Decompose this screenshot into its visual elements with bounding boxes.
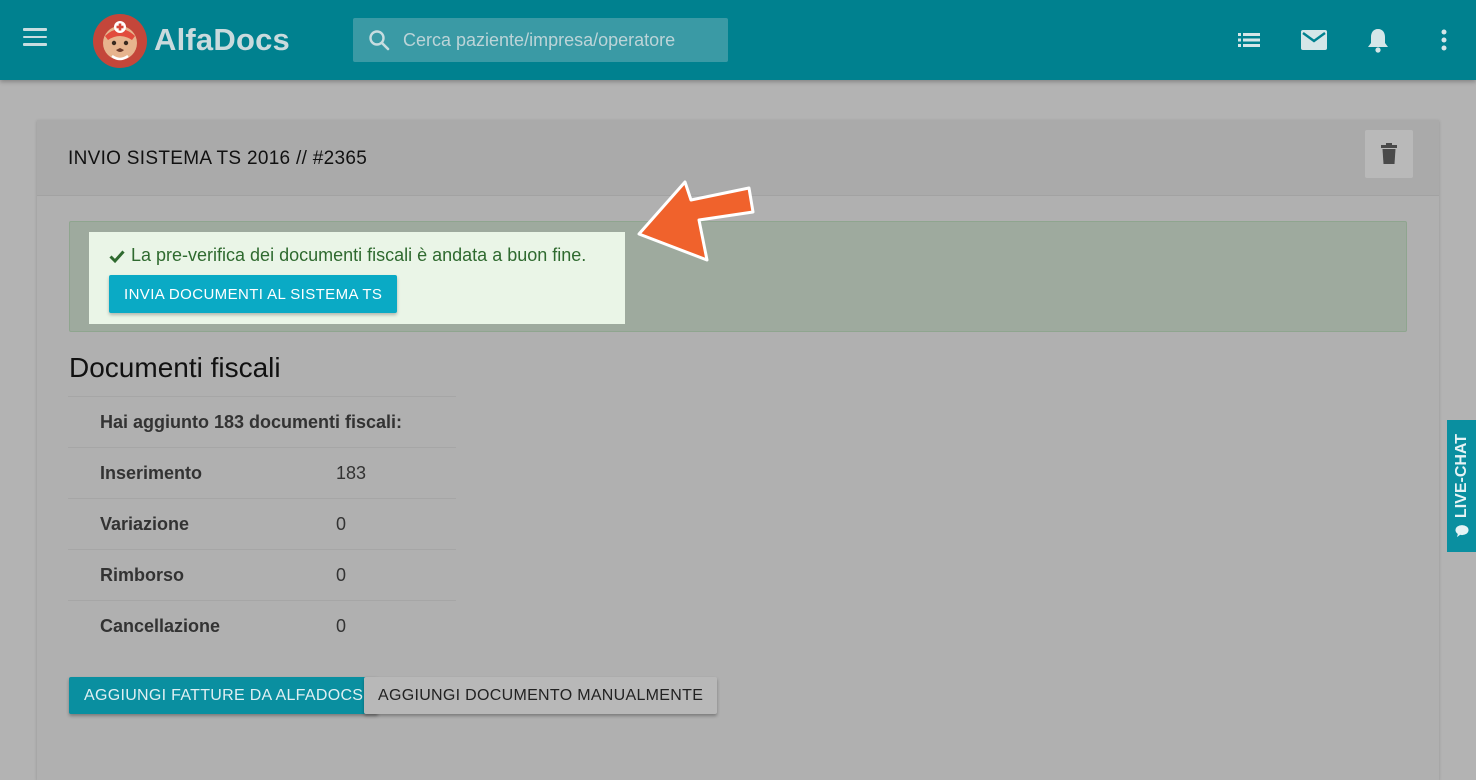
list-icon[interactable] bbox=[1235, 26, 1263, 54]
row-value: 0 bbox=[336, 513, 347, 534]
live-chat-label: LIVE-CHAT bbox=[1452, 433, 1470, 519]
ts-submission-card: INVIO SISTEMA TS 2016 // #2365 La pre-ve… bbox=[37, 120, 1439, 780]
table-row: Variazione 0 bbox=[68, 498, 456, 549]
row-label: Cancellazione bbox=[100, 615, 221, 636]
card-title: INVIO SISTEMA TS 2016 // #2365 bbox=[68, 148, 368, 169]
table-row: Cancellazione 0 bbox=[68, 600, 456, 651]
add-invoices-button[interactable]: AGGIUNGI FATTURE DA ALFADOCS bbox=[69, 677, 379, 714]
table-row: Rimborso 0 bbox=[68, 549, 456, 600]
section-title: Documenti fiscali bbox=[69, 352, 281, 383]
live-chat-content: LIVE-CHAT bbox=[1453, 434, 1471, 538]
search-icon bbox=[369, 30, 390, 51]
row-label: Variazione bbox=[100, 513, 190, 534]
row-label: Inserimento bbox=[100, 462, 203, 483]
delete-button[interactable] bbox=[1365, 130, 1413, 178]
trash-icon bbox=[1381, 143, 1397, 164]
more-vert-icon[interactable] bbox=[1430, 26, 1458, 54]
search-input[interactable] bbox=[401, 28, 725, 52]
check-icon bbox=[109, 249, 125, 263]
brand-logo[interactable]: AlfaDocs bbox=[90, 10, 290, 70]
live-chat-tab[interactable]: LIVE-CHAT bbox=[1447, 420, 1476, 552]
hamburger-menu-icon[interactable] bbox=[23, 28, 47, 46]
lion-logo-icon bbox=[93, 14, 147, 68]
alert-highlight: La pre-verifica dei documenti fiscali è … bbox=[89, 232, 625, 324]
row-value: 0 bbox=[336, 615, 347, 636]
send-documents-button[interactable]: INVIA DOCUMENTI AL SISTEMA TS bbox=[109, 275, 398, 313]
annotation-arrow-icon bbox=[637, 180, 755, 262]
row-value: 0 bbox=[336, 564, 347, 585]
brand-name: AlfaDocs bbox=[154, 22, 290, 57]
chat-bubble-icon bbox=[1455, 525, 1468, 538]
bell-icon[interactable] bbox=[1364, 26, 1392, 54]
row-label: Rimborso bbox=[100, 564, 185, 585]
alert-message: La pre-verifica dei documenti fiscali è … bbox=[109, 245, 586, 266]
mail-icon[interactable] bbox=[1300, 26, 1328, 54]
summary-text: Hai aggiunto 183 documenti fiscali: bbox=[100, 411, 403, 432]
alert-text: La pre-verifica dei documenti fiscali è … bbox=[131, 245, 587, 265]
top-app-bar: AlfaDocs bbox=[0, 0, 1476, 80]
row-value: 183 bbox=[336, 462, 367, 483]
documents-table: Hai aggiunto 183 documenti fiscali: Inse… bbox=[68, 396, 456, 651]
add-manual-document-button[interactable]: AGGIUNGI DOCUMENTO MANUALMENTE bbox=[364, 677, 718, 714]
table-row: Inserimento 183 bbox=[68, 447, 456, 498]
search-box[interactable] bbox=[353, 18, 728, 62]
summary-row: Hai aggiunto 183 documenti fiscali: bbox=[68, 396, 456, 447]
